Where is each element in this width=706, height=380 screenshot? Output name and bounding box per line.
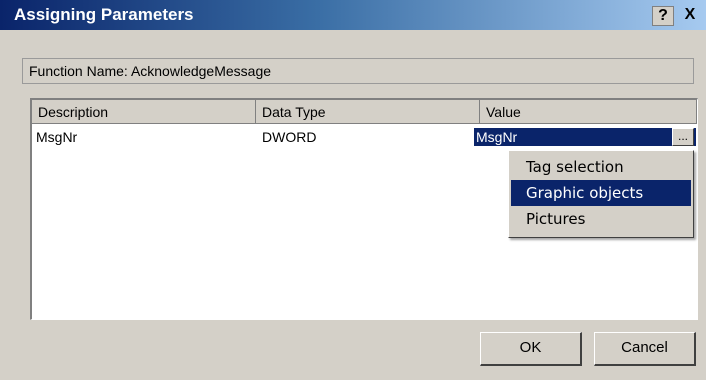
help-button[interactable]: ? xyxy=(652,6,674,26)
cancel-button[interactable]: Cancel xyxy=(594,332,696,366)
menu-item-graphic-objects[interactable]: Graphic objects xyxy=(511,180,691,206)
menu-item-tag-selection[interactable]: Tag selection xyxy=(511,154,691,180)
table-header: Description Data Type Value xyxy=(32,100,697,124)
browse-button[interactable]: ... xyxy=(672,128,694,146)
assigning-parameters-dialog: Assigning Parameters ? X Function Name: … xyxy=(0,0,706,380)
function-name-field: Function Name: AcknowledgeMessage xyxy=(22,58,694,84)
title-bar[interactable]: Assigning Parameters ? X xyxy=(0,0,706,30)
cell-description[interactable]: MsgNr xyxy=(36,128,77,146)
menu-item-pictures[interactable]: Pictures xyxy=(511,206,691,232)
window-title: Assigning Parameters xyxy=(14,5,194,24)
column-header-data-type[interactable]: Data Type xyxy=(256,100,480,124)
column-header-description[interactable]: Description xyxy=(32,100,256,124)
close-button[interactable]: X xyxy=(680,6,700,24)
cell-value-selected[interactable]: MsgNr xyxy=(474,128,696,146)
cell-data-type[interactable]: DWORD xyxy=(262,128,316,146)
column-header-value[interactable]: Value xyxy=(480,100,697,124)
ok-button[interactable]: OK xyxy=(480,332,582,366)
context-menu: Tag selection Graphic objects Pictures xyxy=(508,150,694,238)
